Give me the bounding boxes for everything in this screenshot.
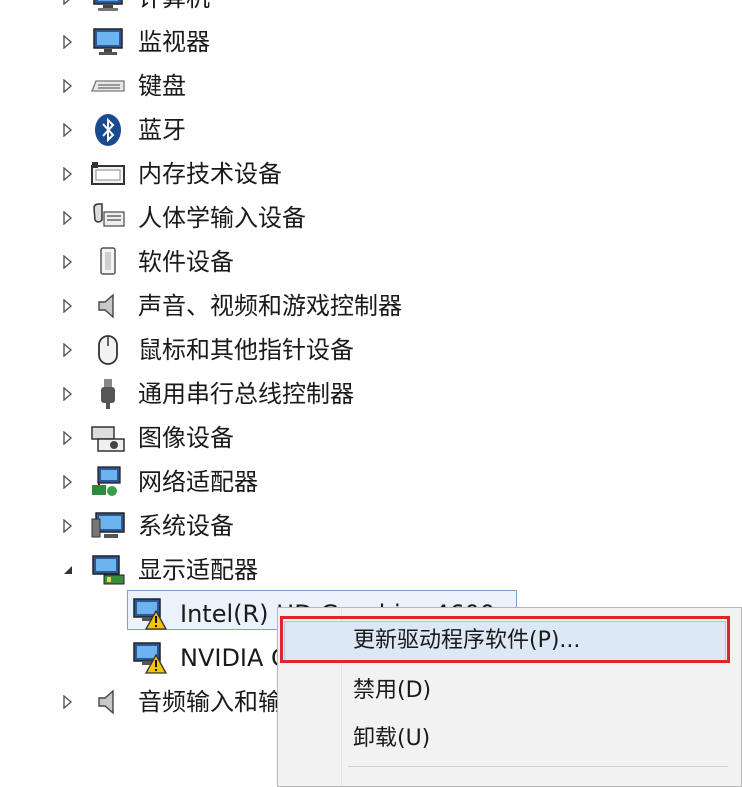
computer-icon [90, 0, 126, 16]
keyboard-icon [90, 68, 126, 104]
tree-item-system-device[interactable]: 系统设备 [0, 506, 742, 546]
expand-arrow-icon[interactable] [60, 386, 76, 402]
expand-arrow-icon[interactable] [60, 694, 76, 710]
tree-item-label: 键盘 [138, 72, 186, 100]
tree-item-keyboard[interactable]: 键盘 [0, 66, 742, 106]
tree-item-label: 计算机 [138, 0, 210, 14]
mouse-icon [90, 332, 126, 368]
system-device-icon [90, 508, 126, 544]
speaker-icon [90, 684, 126, 720]
expand-arrow-icon[interactable] [60, 518, 76, 534]
tree-item-label: 软件设备 [138, 248, 234, 276]
tree-item-label: 监视器 [138, 28, 210, 56]
menu-item-disable[interactable]: 禁用(D) [278, 669, 741, 713]
menu-item-label: 更新驱动程序软件(P)... [353, 628, 581, 653]
expand-arrow-icon[interactable] [60, 34, 76, 50]
usb-icon [90, 376, 126, 412]
expand-arrow-icon[interactable] [60, 0, 76, 6]
tree-item-label: 图像设备 [138, 424, 234, 452]
expand-arrow-icon[interactable] [60, 122, 76, 138]
expand-arrow-icon[interactable] [60, 254, 76, 270]
expand-arrow-icon[interactable] [60, 342, 76, 358]
tree-item-computer[interactable]: 计算机 [0, 0, 742, 18]
menu-separator [348, 766, 728, 767]
tree-item-hid[interactable]: 人体学输入设备 [0, 198, 742, 238]
menu-item-update-driver[interactable]: 更新驱动程序软件(P)... [278, 619, 741, 663]
hid-icon [90, 200, 126, 236]
tree-item-bluetooth[interactable]: 蓝牙 [0, 110, 742, 150]
expand-arrow-icon[interactable] [60, 78, 76, 94]
display-adapter-icon [90, 552, 126, 588]
tree-item-imaging[interactable]: 图像设备 [0, 418, 742, 458]
expand-arrow-icon[interactable] [60, 430, 76, 446]
tree-item-monitor[interactable]: 监视器 [0, 22, 742, 62]
tree-item-usb[interactable]: 通用串行总线控制器 [0, 374, 742, 414]
expand-arrow-icon[interactable] [60, 298, 76, 314]
tree-item-network-adapter[interactable]: 网络适配器 [0, 462, 742, 502]
tree-item-sound-video-game[interactable]: 声音、视频和游戏控制器 [0, 286, 742, 326]
collapse-arrow-icon[interactable] [60, 562, 76, 578]
context-menu: 更新驱动程序软件(P)... 禁用(D) 卸载(U) [277, 607, 742, 787]
tree-item-label: 鼠标和其他指针设备 [138, 336, 354, 364]
bluetooth-icon [90, 112, 126, 148]
expand-arrow-icon[interactable] [60, 474, 76, 490]
tree-item-display-adapter[interactable]: 显示适配器 [0, 550, 742, 590]
tree-item-label: 蓝牙 [138, 116, 186, 144]
menu-item-label: 卸载(U) [353, 726, 431, 751]
network-adapter-icon [90, 464, 126, 500]
tree-item-label: 网络适配器 [138, 468, 258, 496]
menu-item-label: 禁用(D) [353, 678, 432, 703]
tree-item-label: 系统设备 [138, 512, 234, 540]
menu-item-uninstall[interactable]: 卸载(U) [278, 717, 741, 761]
memory-device-icon [90, 156, 126, 192]
expand-arrow-icon[interactable] [60, 166, 76, 182]
software-device-icon [90, 244, 126, 280]
monitor-icon [90, 24, 126, 60]
expand-arrow-icon[interactable] [60, 210, 76, 226]
speaker-icon [90, 288, 126, 324]
tree-item-mouse[interactable]: 鼠标和其他指针设备 [0, 330, 742, 370]
tree-item-label: 人体学输入设备 [138, 204, 306, 232]
tree-item-label: 通用串行总线控制器 [138, 380, 354, 408]
camera-icon [90, 420, 126, 456]
tree-item-label: 显示适配器 [138, 556, 258, 584]
tree-item-memory-technology[interactable]: 内存技术设备 [0, 154, 742, 194]
tree-item-software-device[interactable]: 软件设备 [0, 242, 742, 282]
warning-monitor-icon [132, 596, 168, 632]
tree-item-label: 内存技术设备 [138, 160, 282, 188]
tree-item-label: 声音、视频和游戏控制器 [138, 292, 402, 320]
warning-monitor-icon [132, 640, 168, 676]
